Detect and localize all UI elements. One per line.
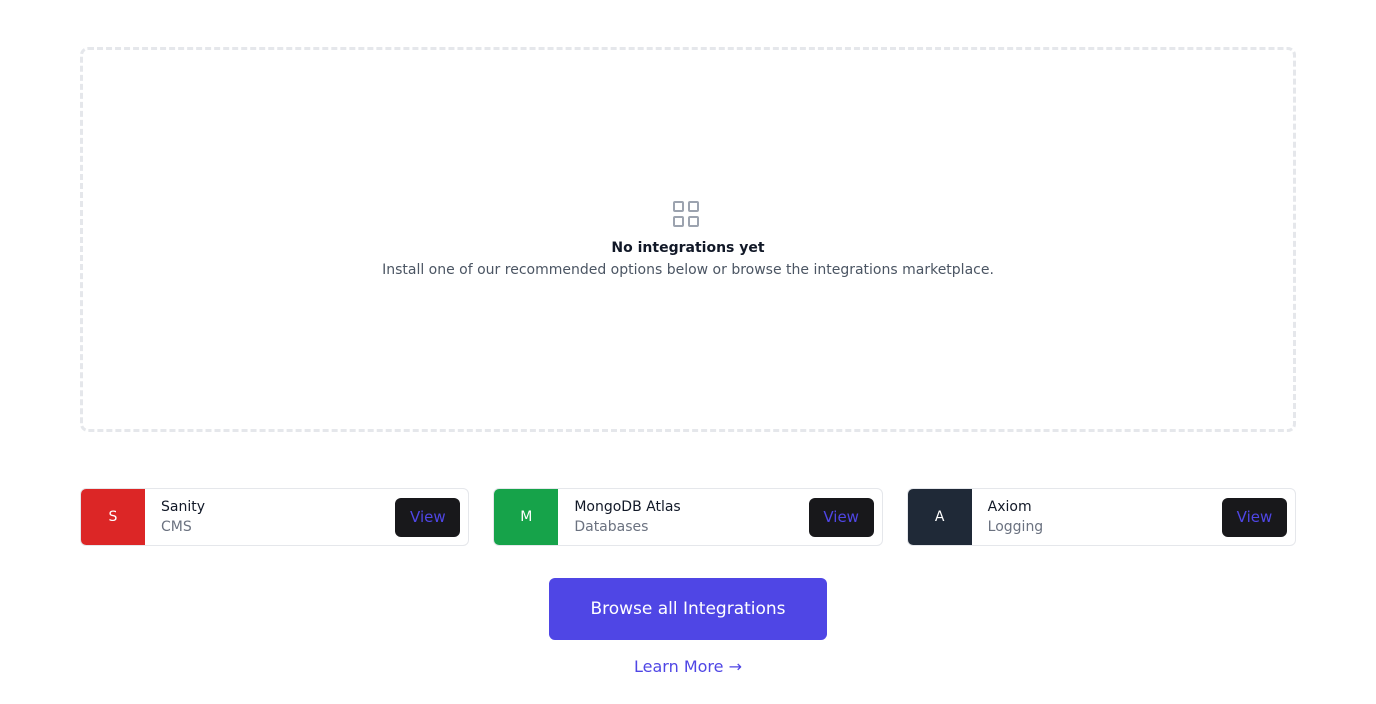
view-button[interactable]: View	[395, 497, 461, 537]
learn-more-link[interactable]: Learn More →	[0, 657, 1376, 676]
integration-name: Sanity	[161, 499, 206, 515]
integration-logo: S	[81, 489, 145, 545]
integration-category: Logging	[987, 519, 1044, 535]
integration-logo: M	[494, 489, 559, 545]
recommended-integrations: S Sanity CMS View M MongoDB Atlas Databa…	[80, 488, 1296, 546]
empty-state-title: No integrations yet	[611, 240, 765, 256]
integration-name: MongoDB Atlas	[574, 499, 681, 515]
view-button[interactable]: View	[1221, 497, 1287, 537]
integration-category: CMS	[161, 519, 192, 535]
grid-icon	[673, 201, 703, 231]
integrations-page: No integrations yet Install one of our r…	[0, 0, 1376, 704]
browse-all-integrations-button[interactable]: Browse all Integrations	[549, 578, 827, 640]
empty-state-panel: No integrations yet Install one of our r…	[80, 47, 1296, 432]
empty-state-description: Install one of our recommended options b…	[382, 262, 994, 278]
integration-card-sanity: S Sanity CMS View	[80, 488, 470, 546]
integration-card-axiom: A Axiom Logging View	[906, 488, 1296, 546]
integration-name: Axiom	[987, 499, 1032, 515]
integration-card-mongodb-atlas: M MongoDB Atlas Databases View	[493, 488, 883, 546]
view-button[interactable]: View	[808, 497, 874, 537]
integration-category: Databases	[574, 519, 649, 535]
integration-logo: A	[907, 489, 972, 545]
